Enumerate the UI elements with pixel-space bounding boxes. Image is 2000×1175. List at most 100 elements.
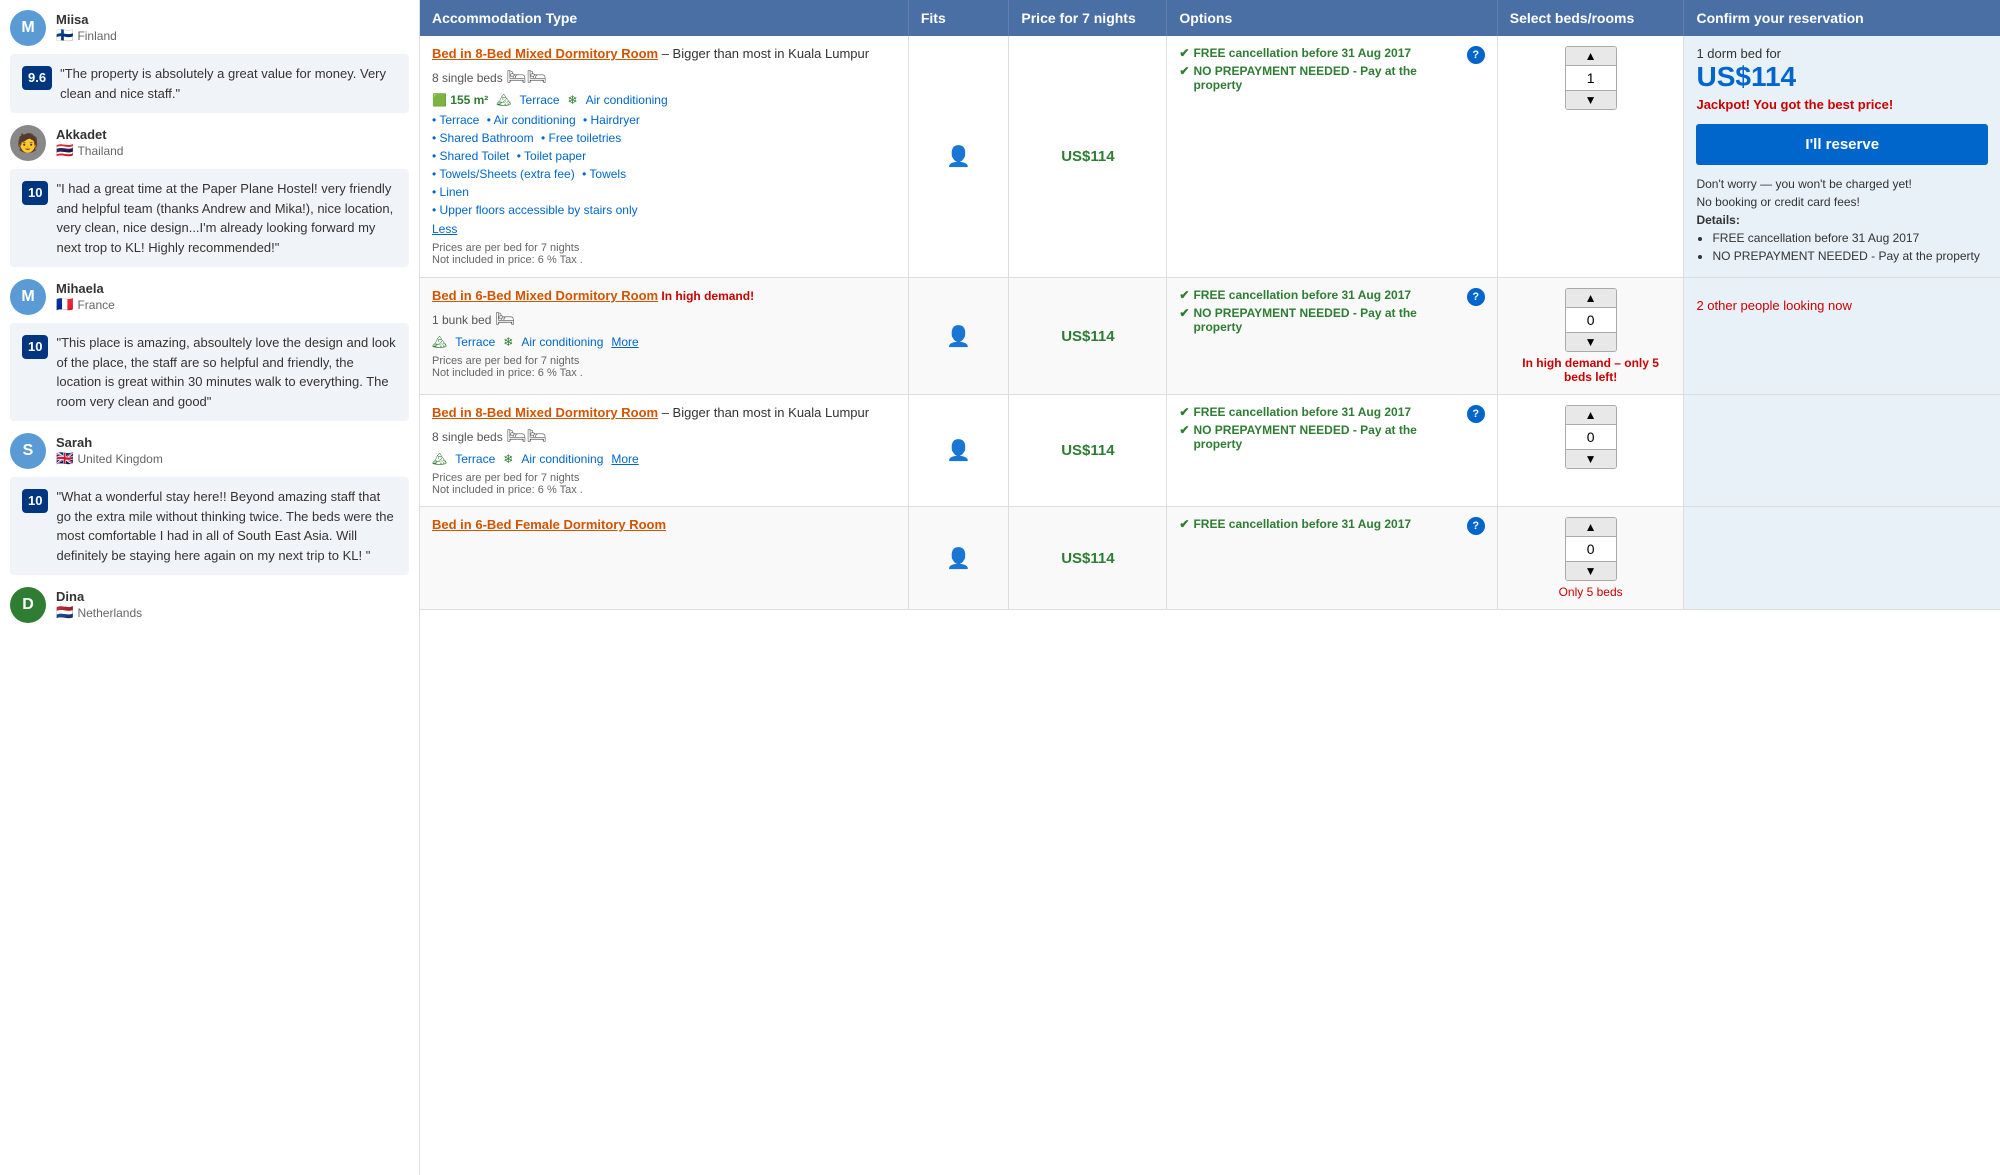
help-icon[interactable]: ?: [1467, 46, 1485, 64]
price-value: US$114: [1061, 442, 1114, 459]
ac-icon: ❄: [503, 452, 513, 466]
room-subtitle: – Bigger than most in Kuala Lumpur: [658, 405, 869, 420]
fits-cell: 👤: [908, 395, 1009, 507]
price-note: Prices are per bed for 7 nightsNot inclu…: [432, 242, 896, 266]
room-features-4: Towels/Sheets (extra fee) Towels: [432, 167, 896, 181]
room-title-link[interactable]: Bed in 6-Bed Female Dormitory Room: [432, 517, 666, 532]
select-cell: ▲ ▼: [1497, 395, 1684, 507]
room-bed-desc: 1 bunk bed 🛏: [432, 309, 896, 329]
quantity-spinner[interactable]: ▲ ▼: [1565, 405, 1617, 469]
qty-input[interactable]: [1566, 424, 1616, 450]
room-type-cell: Bed in 8-Bed Mixed Dormitory Room – Bigg…: [420, 395, 908, 507]
qty-down-button[interactable]: ▼: [1566, 91, 1616, 109]
quantity-spinner[interactable]: ▲ ▼: [1565, 288, 1617, 352]
reviewer-header: M Mihaela 🇫🇷 France: [10, 279, 409, 315]
less-link[interactable]: Less: [432, 222, 457, 236]
option-item: ✔ FREE cancellation before 31 Aug 2017: [1179, 517, 1460, 531]
qty-input[interactable]: [1566, 536, 1616, 562]
qty-up-button[interactable]: ▲: [1566, 518, 1616, 536]
confirm-cell-empty: [1684, 507, 2000, 610]
header-confirm: Confirm your reservation: [1684, 0, 2000, 36]
room-features-3: Shared Toilet Toilet paper: [432, 149, 896, 163]
option-item: ✔ FREE cancellation before 31 Aug 2017: [1179, 46, 1460, 60]
terrace-label: Terrace: [455, 452, 495, 466]
room-title-link[interactable]: Bed in 8-Bed Mixed Dormitory Room: [432, 405, 658, 420]
review-text: "What a wonderful stay here!! Beyond ama…: [56, 487, 397, 565]
more-link[interactable]: More: [611, 335, 638, 349]
room-features-6: Upper floors accessible by stairs only: [432, 203, 896, 217]
option-item: ✔ FREE cancellation before 31 Aug 2017: [1179, 405, 1460, 419]
reviewer-header: M Miisa 🇫🇮 Finland: [10, 10, 409, 46]
bed-icon: 🛏🛏: [506, 69, 547, 86]
price-cell: US$114: [1009, 395, 1167, 507]
options-cell: ✔ FREE cancellation before 31 Aug 2017 ✔…: [1167, 36, 1497, 278]
booking-table: Accommodation Type Fits Price for 7 nigh…: [420, 0, 2000, 610]
flag-icon: 🇳🇱: [56, 604, 73, 621]
person-icon: 👤: [921, 438, 997, 463]
price-note: Prices are per bed for 7 nightsNot inclu…: [432, 355, 896, 379]
more-link[interactable]: More: [611, 452, 638, 466]
option-item: ✔ FREE cancellation before 31 Aug 2017: [1179, 288, 1460, 302]
qty-down-button[interactable]: ▼: [1566, 450, 1616, 468]
qty-down-button[interactable]: ▼: [1566, 333, 1616, 351]
review-text: "This place is amazing, absoultely love …: [56, 333, 397, 411]
confirm-main: 1 dorm bed for US$114 Jackpot! You got t…: [1696, 46, 1988, 263]
reviewer-country: 🇬🇧 United Kingdom: [56, 450, 163, 467]
review-block: 10 "What a wonderful stay here!! Beyond …: [10, 477, 409, 575]
qty-up-button[interactable]: ▲: [1566, 47, 1616, 65]
amenity-icons: 🏔 Terrace ❄ Air conditioning More: [432, 335, 896, 349]
help-icon[interactable]: ?: [1467, 517, 1485, 535]
confirm-text: 1 dorm bed for: [1696, 46, 1988, 61]
room-bed-desc: 8 single beds 🛏🛏: [432, 67, 896, 87]
qty-down-button[interactable]: ▼: [1566, 562, 1616, 580]
room-bed-desc: 8 single beds 🛏🛏: [432, 426, 896, 446]
qty-input[interactable]: [1566, 307, 1616, 333]
detail-item: NO PREPAYMENT NEEDED - Pay at the proper…: [1712, 249, 1988, 263]
reviewer-header: D Dina 🇳🇱 Netherlands: [10, 587, 409, 623]
header-accommodation-type: Accommodation Type: [420, 0, 908, 36]
review-block: 10 "This place is amazing, absoultely lo…: [10, 323, 409, 421]
quantity-spinner[interactable]: ▲ ▼: [1565, 46, 1617, 110]
confirm-details: Details: FREE cancellation before 31 Aug…: [1696, 213, 1988, 263]
quantity-spinner[interactable]: ▲ ▼: [1565, 517, 1617, 581]
help-icon[interactable]: ?: [1467, 288, 1485, 306]
confirm-price: US$114: [1696, 61, 1988, 93]
header-select: Select beds/rooms: [1497, 0, 1684, 36]
terrace-label: Terrace: [455, 335, 495, 349]
reserve-button[interactable]: I'll reserve: [1696, 124, 1988, 165]
ac-icon: ❄: [503, 335, 513, 349]
only-left-label: Only 5 beds: [1510, 585, 1672, 599]
qty-up-button[interactable]: ▲: [1566, 406, 1616, 424]
avatar: M: [10, 10, 46, 46]
terrace-icon: 🏔: [432, 335, 447, 349]
room-features-2: Shared Bathroom Free toiletries: [432, 131, 896, 145]
score-badge: 10: [22, 335, 48, 359]
options-content: ✔ FREE cancellation before 31 Aug 2017: [1179, 517, 1460, 535]
confirm-cell-empty: [1684, 395, 2000, 507]
score-badge: 10: [22, 181, 48, 205]
review-block: 9.6 "The property is absolutely a great …: [10, 54, 409, 113]
options-content: ✔ FREE cancellation before 31 Aug 2017 ✔…: [1179, 288, 1460, 338]
room-title-link[interactable]: Bed in 8-Bed Mixed Dormitory Room: [432, 46, 658, 61]
qty-up-button[interactable]: ▲: [1566, 289, 1616, 307]
option-item: ✔ NO PREPAYMENT NEEDED - Pay at the prop…: [1179, 423, 1460, 451]
flag-icon: 🇫🇮: [56, 27, 73, 44]
room-features: Terrace Air conditioning Hairdryer: [432, 113, 896, 127]
price-cell: US$114: [1009, 36, 1167, 278]
avatar: D: [10, 587, 46, 623]
avatar: 🧑: [10, 125, 46, 161]
review-text: "I had a great time at the Paper Plane H…: [56, 179, 397, 257]
qty-input[interactable]: [1566, 65, 1616, 91]
reviewer-country: 🇫🇷 France: [56, 296, 115, 313]
ac-label: Air conditioning: [521, 452, 603, 466]
header-price: Price for 7 nights: [1009, 0, 1167, 36]
person-icon: 👤: [921, 144, 997, 169]
select-cell: ▲ ▼ In high demand – only 5 beds left!: [1497, 278, 1684, 395]
reviewer-name: Dina: [56, 589, 142, 604]
size-label: 🟩 155 m²: [432, 93, 488, 107]
reviewer-header: S Sarah 🇬🇧 United Kingdom: [10, 433, 409, 469]
help-icon[interactable]: ?: [1467, 405, 1485, 423]
room-title-link[interactable]: Bed in 6-Bed Mixed Dormitory Room: [432, 288, 658, 303]
confirm-cell: 1 dorm bed for US$114 Jackpot! You got t…: [1684, 36, 2000, 278]
option-item: ✔ NO PREPAYMENT NEEDED - Pay at the prop…: [1179, 306, 1460, 334]
